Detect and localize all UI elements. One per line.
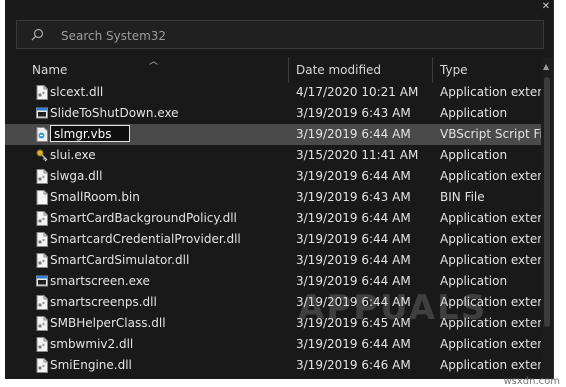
file-type: Application exten... (440, 253, 541, 267)
scroll-thumb[interactable] (544, 77, 550, 327)
column-divider[interactable] (432, 57, 433, 83)
file-date-modified: 4/17/2020 10:21 AM (296, 85, 419, 99)
file-row[interactable]: SmiEngine.dll 3/19/2019 6:46 AM Applicatio… (5, 355, 541, 376)
file-name: SmiEngine.dll (50, 358, 132, 372)
search-icon (31, 28, 44, 41)
file-name: SmartCardBackgroundPolicy.dll (50, 211, 237, 225)
file-date-modified: 3/19/2019 6:44 AM (296, 232, 411, 246)
file-row[interactable]: SmartcardCredentialProvider.dll 3/19/2019… (5, 229, 541, 250)
file-date-modified: 3/15/2020 11:41 AM (296, 148, 419, 162)
file-type: Application exten... (440, 85, 541, 99)
file-type: Application exten... (440, 211, 541, 225)
file-row[interactable]: slcext.dll 4/17/2020 10:21 AM Application … (5, 82, 541, 103)
file-explorer-window: ✕ ︿ Name Date modified Type slcext.dll4/… (5, 0, 554, 379)
column-header-name[interactable]: Name (25, 57, 287, 83)
dll-file-icon (36, 232, 48, 247)
file-name: SmartCardSimulator.dll (50, 253, 190, 267)
file-date-modified: 3/19/2019 6:44 AM (296, 211, 411, 225)
dll-file-icon (36, 316, 48, 331)
dll-file-icon (36, 295, 48, 310)
rename-input[interactable]: slmgr.vbs (50, 125, 130, 142)
column-divider[interactable] (288, 57, 289, 83)
file-date-modified: 3/19/2019 6:44 AM (296, 253, 411, 267)
exe-file-icon (36, 274, 48, 289)
search-box[interactable] (16, 20, 544, 49)
site-credit: wsxdn.com (503, 376, 560, 387)
search-input[interactable] (59, 25, 533, 46)
dll-file-icon (36, 358, 48, 373)
vbs-script-icon (36, 127, 48, 142)
scroll-up-arrow-icon[interactable]: ▲ (543, 62, 549, 71)
file-row[interactable]: SmartCardBackgroundPolicy.dll 3/19/2019 6… (5, 208, 541, 229)
file-name: smartscreen.exe (50, 274, 150, 288)
vertical-scrollbar[interactable]: ▲ (541, 57, 553, 379)
file-name: SlideToShutDown.exe (50, 106, 179, 120)
file-name: smbwmiv2.dll (50, 337, 134, 351)
file-type: Application exten... (440, 358, 541, 372)
file-type: Application exten... (440, 232, 541, 246)
file-row[interactable]: SmallRoom.bin 3/19/2019 6:43 AM BIN File (5, 187, 541, 208)
file-row[interactable]: slui.exe 3/15/2020 11:41 AM Application (5, 145, 541, 166)
dll-file-icon (36, 85, 48, 100)
file-name: SmallRoom.bin (50, 190, 140, 204)
watermark-logo: APPUALS (298, 270, 488, 340)
key-exe-icon (36, 148, 48, 163)
column-header-type[interactable]: Type (433, 57, 541, 83)
dll-file-icon (36, 211, 48, 226)
file-type: VBScript Script File (440, 127, 541, 141)
file-name: slwga.dll (50, 169, 103, 183)
file-name: slcext.dll (50, 85, 104, 99)
dll-file-icon (36, 253, 48, 268)
file-date-modified: 3/19/2019 6:43 AM (296, 190, 411, 204)
dll-file-icon (36, 169, 48, 184)
close-icon[interactable]: ✕ (539, 0, 553, 14)
column-header-row: Name Date modified Type (5, 57, 553, 83)
file-type: Application exten... (440, 169, 541, 183)
exe-file-icon (36, 106, 48, 121)
file-name: SmartcardCredentialProvider.dll (50, 232, 241, 246)
file-date-modified: 3/19/2019 6:44 AM (296, 127, 411, 141)
file-type: Application (440, 106, 508, 120)
file-row[interactable]: slmgr.vbs 3/19/2019 6:44 AM VBScript Scrip… (5, 124, 541, 145)
file-name: slui.exe (50, 148, 96, 162)
watermark-text: APPUALS (298, 288, 488, 328)
file-type: Application (440, 148, 508, 162)
file-row[interactable]: SlideToShutDown.exe 3/19/2019 6:43 AM Appl… (5, 103, 541, 124)
file-row[interactable]: slwga.dll 3/19/2019 6:44 AM Application ex… (5, 166, 541, 187)
blank-file-icon (36, 190, 48, 205)
file-type: BIN File (440, 190, 485, 204)
file-date-modified: 3/19/2019 6:44 AM (296, 169, 411, 183)
file-date-modified: 3/19/2019 6:46 AM (296, 358, 411, 372)
file-name: SMBHelperClass.dll (50, 316, 166, 330)
file-row[interactable]: SmartCardSimulator.dll 3/19/2019 6:44 AM A… (5, 250, 541, 271)
dll-file-icon (36, 337, 48, 352)
file-date-modified: 3/19/2019 6:43 AM (296, 106, 411, 120)
file-name: smartscreenps.dll (50, 295, 157, 309)
column-header-date-modified[interactable]: Date modified (289, 57, 431, 83)
